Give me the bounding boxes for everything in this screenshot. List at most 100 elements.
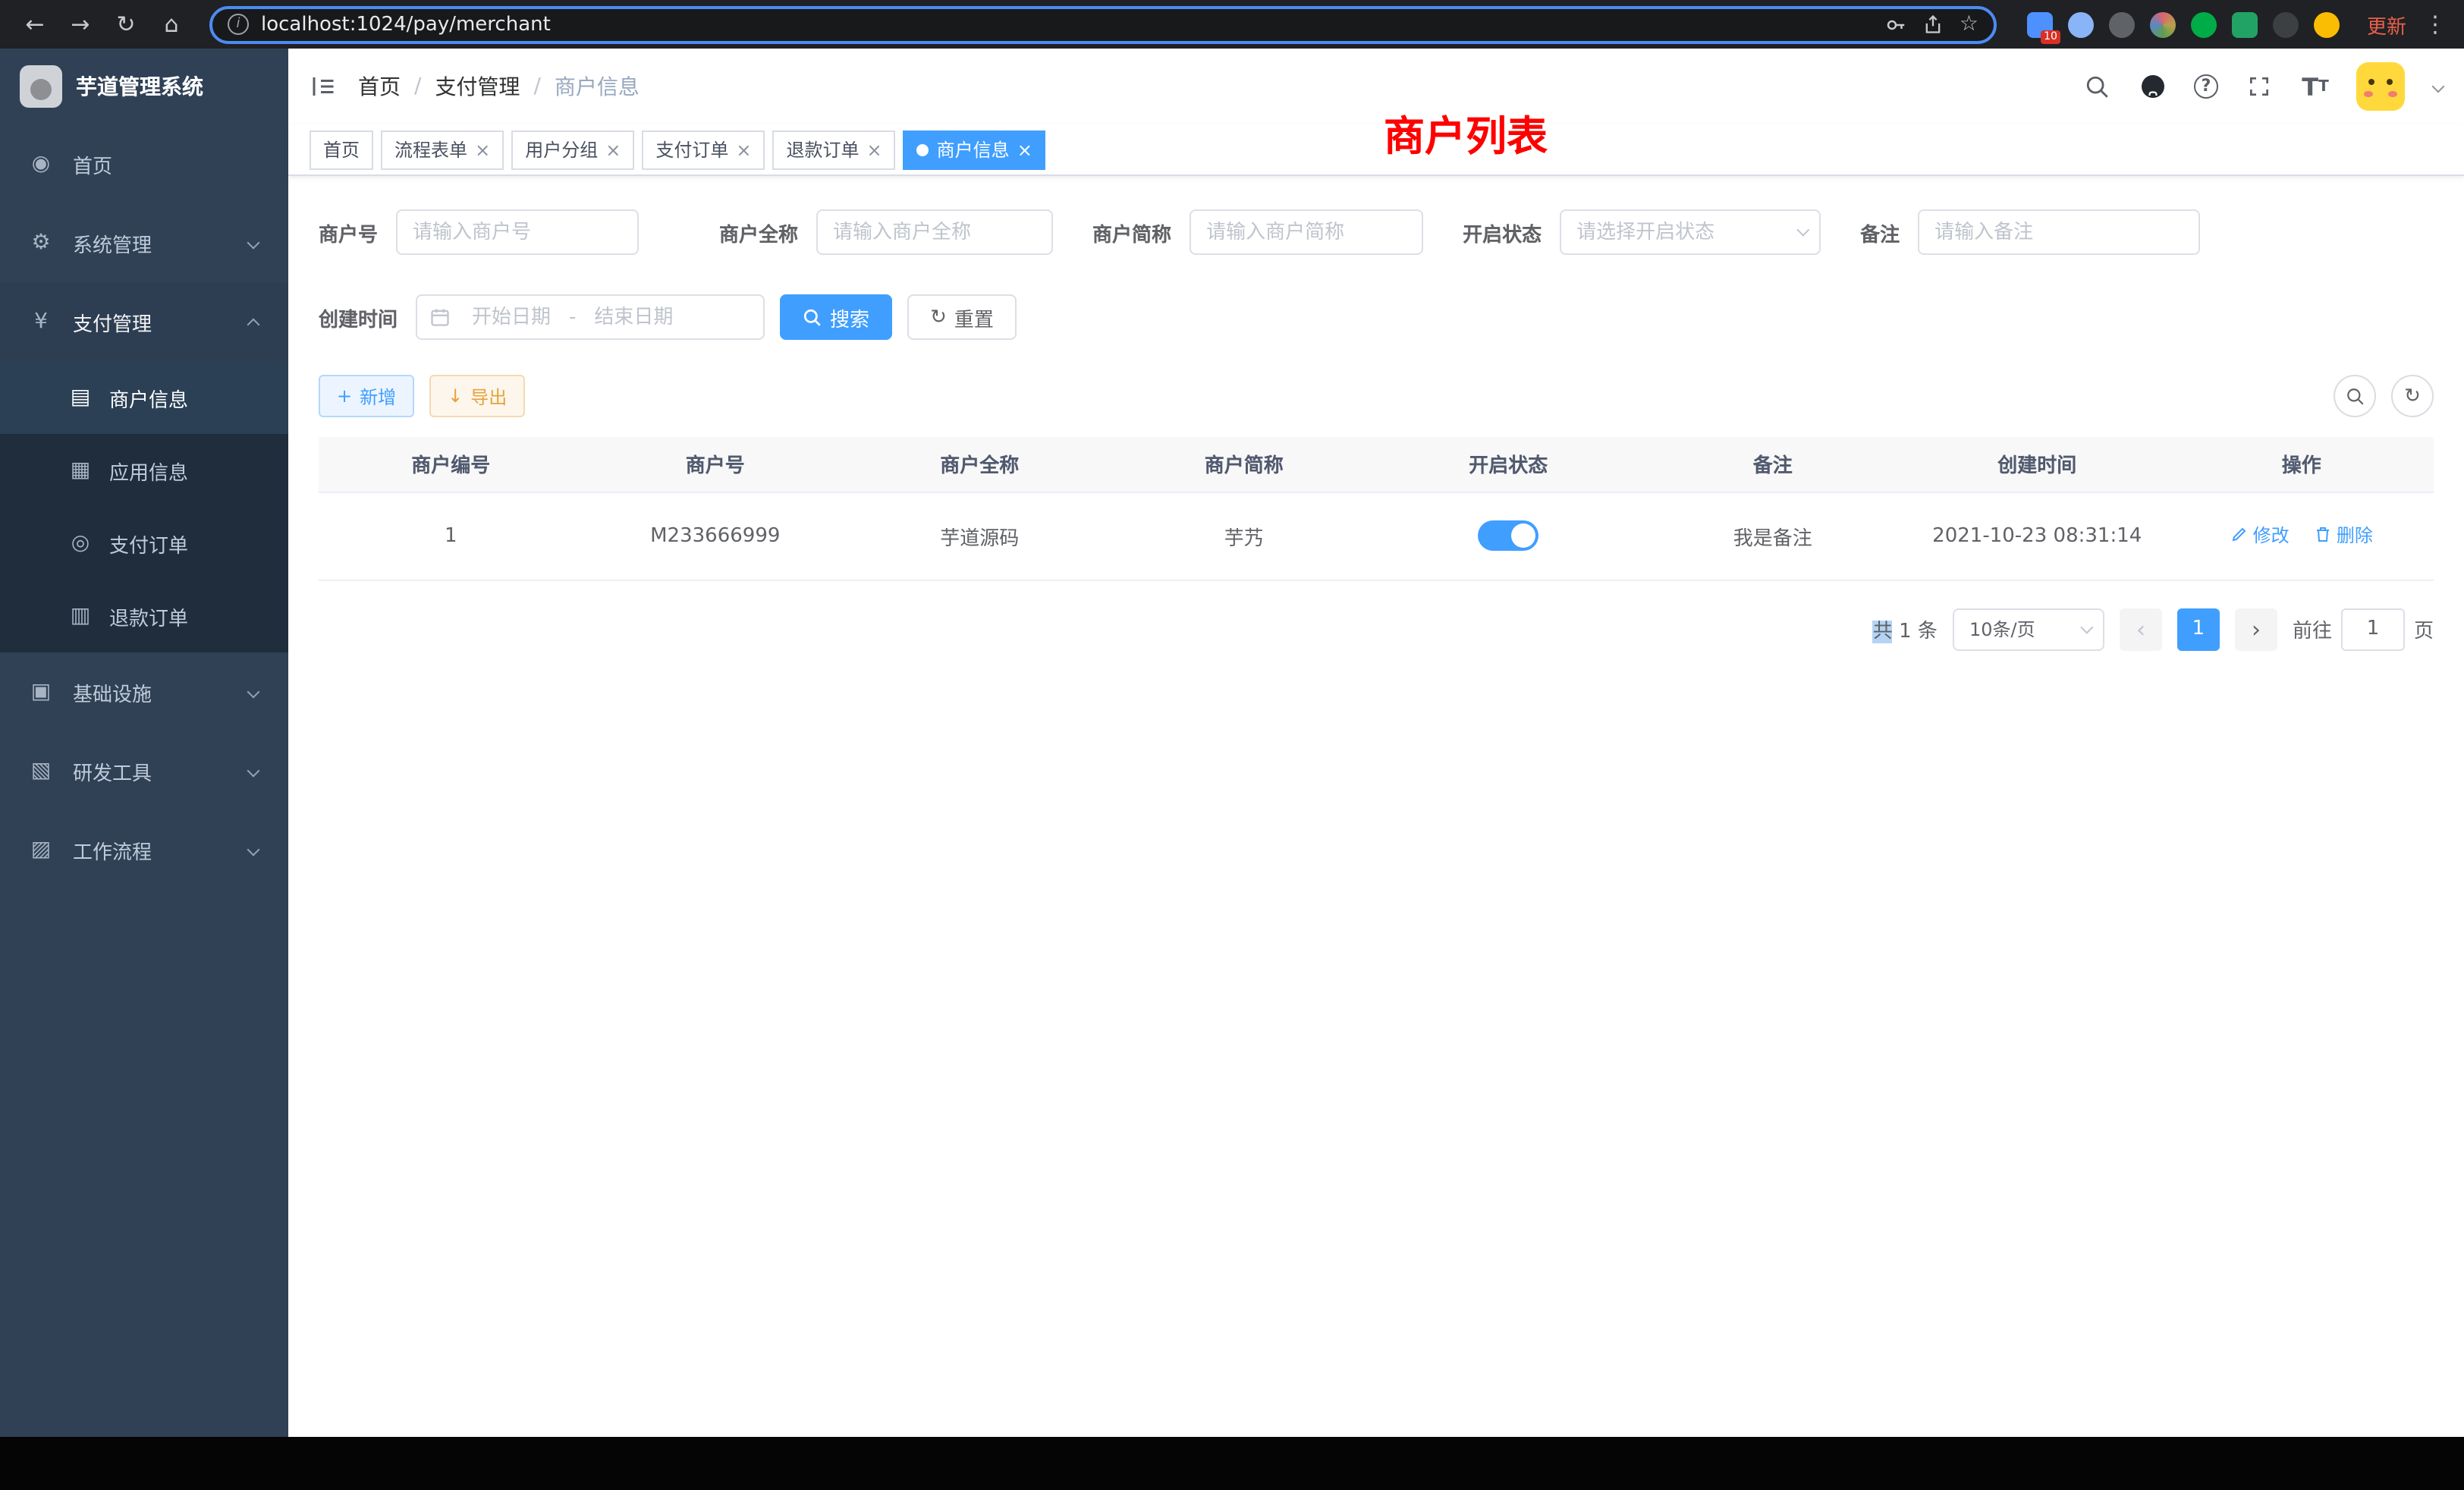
- sidebar-item-label: 支付管理: [73, 307, 152, 336]
- sidebar-item-label: 工作流程: [73, 835, 152, 864]
- avatar-caret-icon[interactable]: [2432, 80, 2445, 93]
- merchant-no-label: 商户号: [319, 218, 396, 247]
- add-button[interactable]: + 新增: [319, 375, 414, 417]
- infra-icon: ▣: [27, 680, 55, 704]
- merchant-card-icon: ▤: [67, 385, 94, 410]
- next-page-button[interactable]: ›: [2235, 608, 2277, 650]
- sidebar-logo[interactable]: 芋道管理系统: [0, 49, 288, 124]
- extension-drop-icon[interactable]: [2068, 11, 2094, 37]
- extension-smiley-icon[interactable]: [2314, 11, 2340, 37]
- breadcrumb-payment[interactable]: 支付管理: [435, 71, 520, 102]
- breadcrumb-separator: /: [533, 74, 540, 99]
- col-create-time: 创建时间: [1905, 437, 2170, 492]
- page-number-button[interactable]: 1: [2177, 608, 2220, 650]
- sidebar-item-label: 首页: [73, 149, 112, 178]
- sidebar-item-refund-order[interactable]: ▥ 退款订单: [0, 580, 288, 652]
- share-icon[interactable]: [1923, 14, 1944, 35]
- col-status: 开启状态: [1376, 437, 1641, 492]
- back-icon[interactable]: ←: [15, 5, 55, 44]
- cell-create-time: 2021-10-23 08:31:14: [1905, 492, 2170, 580]
- close-icon[interactable]: ×: [1017, 140, 1032, 159]
- delete-link[interactable]: 删除: [2314, 522, 2373, 548]
- search-icon[interactable]: [2082, 71, 2112, 102]
- github-icon[interactable]: [2138, 71, 2168, 102]
- extension-avatar-icon[interactable]: [2150, 11, 2176, 37]
- hamburger-icon[interactable]: [310, 73, 337, 100]
- goto-page: 前往 页: [2293, 608, 2434, 650]
- start-date-input[interactable]: [457, 306, 566, 328]
- reset-button[interactable]: ↻ 重置: [907, 294, 1017, 340]
- toggle-search-button[interactable]: [2334, 375, 2376, 417]
- logo-avatar: [20, 65, 62, 108]
- sidebar-item-home[interactable]: ◉ 首页: [0, 124, 288, 203]
- fullscreen-icon[interactable]: [2244, 71, 2274, 102]
- close-icon[interactable]: ×: [867, 140, 882, 159]
- merchant-short-name-input[interactable]: [1190, 209, 1423, 255]
- dashboard-icon: ◉: [27, 152, 55, 176]
- table-row: 1 M233666999 芋道源码 芋艿 我是备注 2021-10-23 08:…: [319, 492, 2434, 580]
- sidebar-item-infrastructure[interactable]: ▣ 基础设施: [0, 652, 288, 731]
- status-select[interactable]: [1560, 209, 1821, 255]
- url-text[interactable]: localhost:1024/pay/merchant: [261, 13, 1873, 36]
- sidebar-item-payment[interactable]: ¥ 支付管理: [0, 282, 288, 361]
- tab-home[interactable]: 首页: [310, 130, 373, 169]
- forward-icon[interactable]: →: [61, 5, 100, 44]
- breadcrumb-current: 商户信息: [555, 71, 640, 102]
- tab-process-form[interactable]: 流程表单 ×: [381, 130, 504, 169]
- payment-submenu: ▤ 商户信息 ▦ 应用信息 ◎ 支付订单 ▥ 退款订单: [0, 361, 288, 652]
- goto-page-input[interactable]: [2341, 608, 2405, 650]
- create-time-range-picker[interactable]: -: [416, 294, 765, 340]
- prev-page-button[interactable]: ‹: [2120, 608, 2162, 650]
- sidebar-item-dev-tools[interactable]: ▧ 研发工具: [0, 731, 288, 810]
- sidebar: 芋道管理系统 ◉ 首页 ⚙ 系统管理 ¥ 支付管理: [0, 49, 288, 1437]
- home-icon[interactable]: ⌂: [152, 5, 191, 44]
- page-size-select[interactable]: [1953, 608, 2104, 650]
- close-icon[interactable]: ×: [605, 140, 621, 159]
- search-button[interactable]: 搜索: [780, 294, 892, 340]
- merchant-no-input[interactable]: [396, 209, 639, 255]
- extension-green-circle-icon[interactable]: [2191, 11, 2217, 37]
- remark-input[interactable]: [1918, 209, 2200, 255]
- close-icon[interactable]: ×: [736, 140, 751, 159]
- col-remark: 备注: [1641, 437, 1906, 492]
- tab-refund-order[interactable]: 退款订单 ×: [773, 130, 896, 169]
- sidebar-item-app-info[interactable]: ▦ 应用信息: [0, 434, 288, 507]
- tab-merchant-info[interactable]: 商户信息 ×: [904, 130, 1046, 169]
- reload-icon[interactable]: ↻: [106, 5, 146, 44]
- extension-tabs-icon[interactable]: 10: [2027, 11, 2053, 37]
- gear-icon: ⚙: [27, 231, 55, 255]
- tab-pay-order[interactable]: 支付订单 ×: [642, 130, 765, 169]
- bookmark-star-icon[interactable]: ☆: [1960, 12, 1978, 36]
- col-full-name: 商户全称: [847, 437, 1112, 492]
- page-size-value[interactable]: [1953, 608, 2104, 650]
- col-merchant-no: 商户号: [583, 437, 848, 492]
- extension-note-icon[interactable]: [2232, 11, 2258, 37]
- avatar[interactable]: [2356, 62, 2405, 111]
- font-size-icon[interactable]: TT: [2300, 71, 2330, 102]
- extension-gray-icon[interactable]: [2109, 11, 2135, 37]
- chrome-menu-icon[interactable]: ⋮: [2422, 11, 2449, 38]
- export-button[interactable]: ↓ 导出: [429, 375, 525, 417]
- cell-merchant-no: M233666999: [583, 492, 848, 580]
- breadcrumb-home[interactable]: 首页: [358, 71, 401, 102]
- refresh-table-button[interactable]: ↻: [2391, 375, 2434, 417]
- sidebar-item-pay-order[interactable]: ◎ 支付订单: [0, 507, 288, 580]
- close-icon[interactable]: ×: [475, 140, 490, 159]
- help-icon[interactable]: ?: [2194, 74, 2218, 99]
- tab-user-group[interactable]: 用户分组 ×: [511, 130, 634, 169]
- pagination-total: 共 1 条: [1873, 615, 1938, 643]
- address-bar[interactable]: i localhost:1024/pay/merchant ☆: [209, 5, 1997, 43]
- extension-dark-icon[interactable]: [2273, 11, 2299, 37]
- sidebar-item-merchant-info[interactable]: ▤ 商户信息: [0, 361, 288, 434]
- screen: ← → ↻ ⌂ i localhost:1024/pay/merchant ☆ …: [0, 0, 2464, 1490]
- cell-status: [1376, 492, 1641, 580]
- status-toggle[interactable]: [1478, 520, 1538, 551]
- end-date-input[interactable]: [579, 306, 688, 328]
- edit-link[interactable]: 修改: [2230, 522, 2290, 548]
- sidebar-item-workflow[interactable]: ▨ 工作流程: [0, 810, 288, 889]
- password-key-icon[interactable]: [1885, 13, 1908, 36]
- sidebar-item-system[interactable]: ⚙ 系统管理: [0, 203, 288, 282]
- merchant-name-input[interactable]: [816, 209, 1053, 255]
- chrome-update-button[interactable]: 更新: [2367, 10, 2406, 39]
- site-info-icon[interactable]: i: [228, 14, 249, 35]
